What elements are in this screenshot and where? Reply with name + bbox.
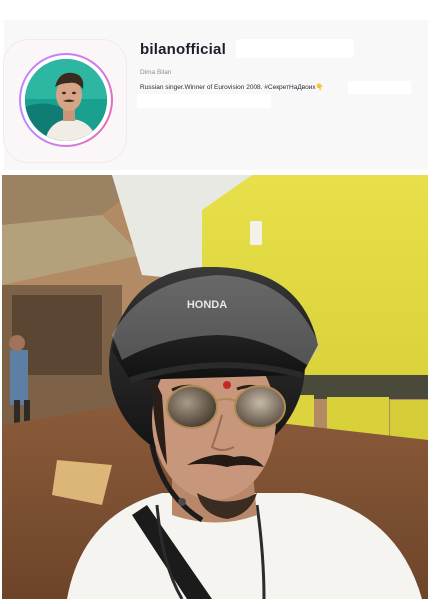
bio-redacted-area (348, 81, 411, 94)
story-ring[interactable] (19, 53, 113, 147)
selfie-image: HONDA (2, 175, 428, 599)
avatar-image (25, 59, 107, 141)
profile-page: bilanofficial Dima Bilan Russian singer.… (0, 0, 433, 604)
helmet-brand: HONDA (187, 299, 227, 311)
profile-link-area[interactable] (137, 94, 271, 108)
avatar[interactable] (25, 59, 107, 141)
post-photo[interactable]: HONDA (2, 175, 428, 599)
follow-button[interactable] (236, 39, 354, 58)
username: bilanofficial (140, 41, 226, 58)
full-name: Dima Bilan (140, 69, 172, 76)
bio-text: Russian singer.Winner of Eurovision 2008… (140, 84, 324, 91)
avatar-card[interactable] (4, 40, 126, 162)
